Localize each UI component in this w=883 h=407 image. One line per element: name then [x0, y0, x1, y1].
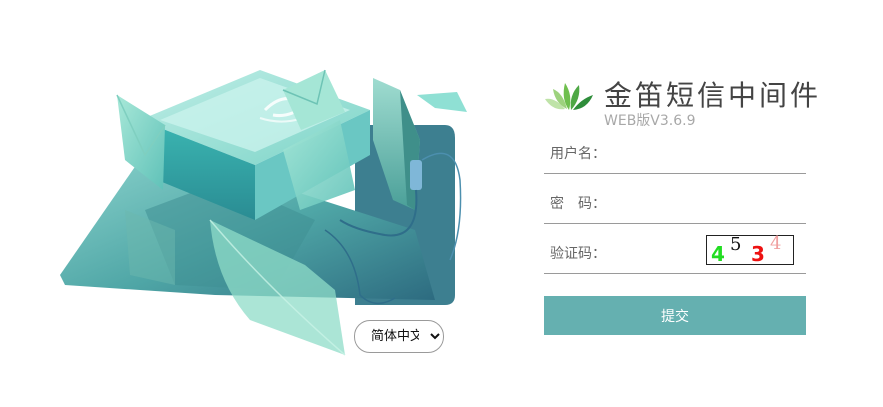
captcha-field: 验证码： 4 5 3 4	[544, 231, 806, 274]
username-field: 用户名：	[544, 131, 806, 174]
submit-button[interactable]: 提交	[544, 296, 806, 335]
username-label: 用户名：	[550, 146, 606, 162]
app-title: 金笛短信中间件	[604, 79, 822, 112]
captcha-char: 4	[770, 233, 782, 254]
app-version: WEB版V3.6.9	[604, 113, 696, 129]
password-field: 密 码：	[544, 181, 806, 224]
username-input[interactable]	[614, 137, 803, 167]
password-input[interactable]	[614, 187, 803, 217]
captcha-image[interactable]: 4 5 3 4	[706, 233, 794, 266]
captcha-input[interactable]	[614, 237, 698, 267]
captcha-char: 4	[711, 242, 725, 266]
captcha-char: 5	[730, 234, 742, 255]
language-select[interactable]: 简体中文	[354, 320, 444, 353]
hero-illustration	[55, 60, 475, 360]
captcha-label: 验证码：	[550, 246, 606, 262]
password-label: 密 码：	[550, 196, 606, 212]
leaf-logo-icon	[543, 79, 595, 113]
captcha-char: 3	[751, 242, 765, 266]
